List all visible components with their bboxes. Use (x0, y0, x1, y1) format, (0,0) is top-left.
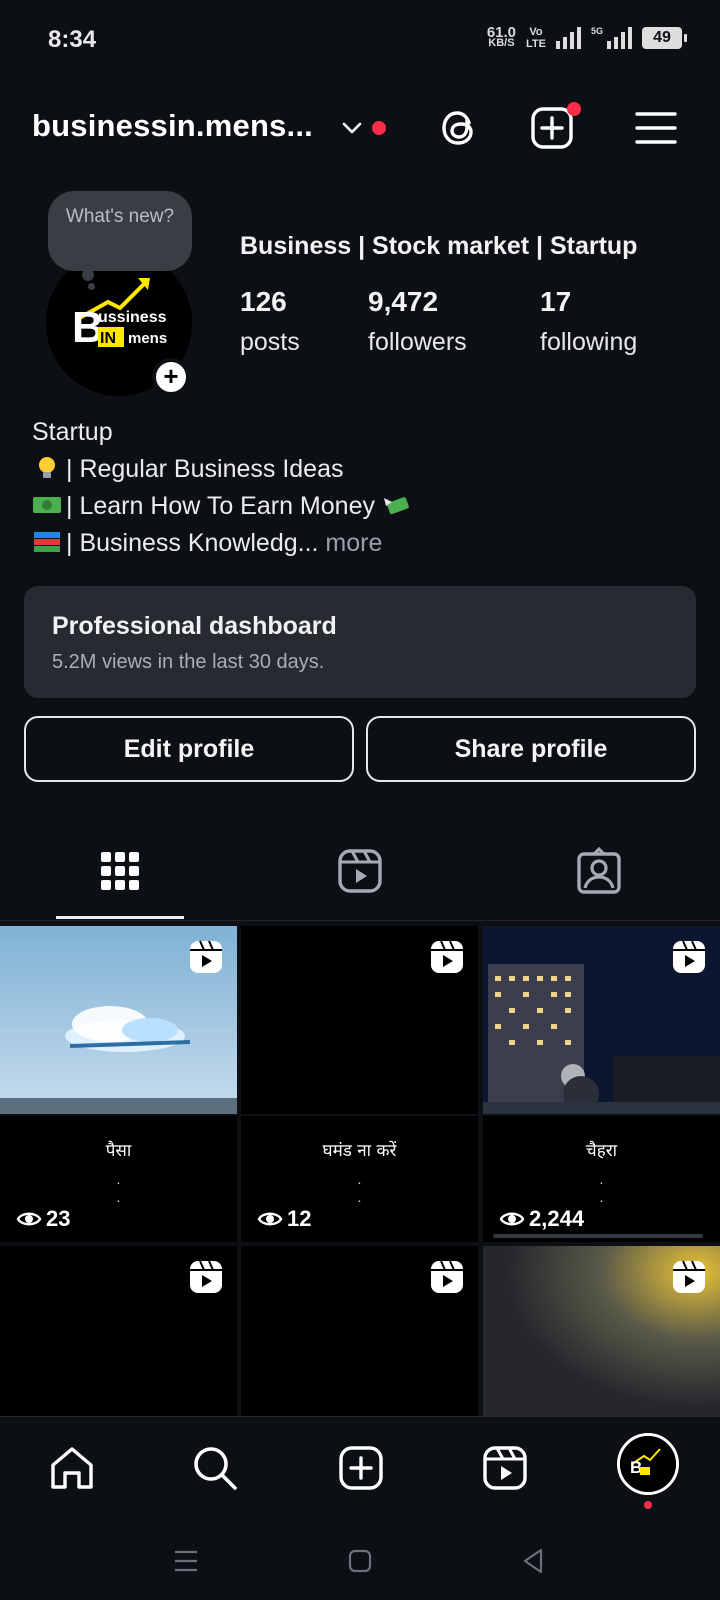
grid-icon[interactable] (95, 846, 145, 896)
reel-thumbnail[interactable] (241, 1246, 478, 1416)
posts-grid: पैसा .. 23 घमंड ना करें .. 12 चैहरा .. 2… (0, 926, 720, 1416)
active-tab-indicator (56, 916, 184, 919)
bottom-navigation: B (0, 1416, 720, 1526)
reel-caption-panel[interactable]: पैसा .. 23 (0, 1116, 237, 1242)
note-text: What's new? (65, 206, 175, 227)
reels-icon[interactable] (480, 1443, 530, 1493)
eye-icon (257, 1212, 283, 1226)
profile-header: businessin.mens... (0, 96, 720, 160)
volte-indicator: Vo LTE (526, 26, 546, 50)
net-speed: 61.0 KB/S (486, 24, 517, 49)
reel-badge-icon (431, 1260, 463, 1293)
add-story-button[interactable]: + (152, 358, 190, 396)
reel-thumbnail[interactable] (0, 926, 237, 1114)
home-button-icon[interactable] (345, 1546, 375, 1576)
lightbulb-emoji (39, 457, 55, 478)
reel-badge-icon (431, 940, 463, 973)
battery-icon: 49 (642, 27, 687, 49)
recents-icon[interactable] (171, 1546, 201, 1576)
note-bubble[interactable]: What's new? (48, 191, 192, 271)
bio-title: Startup (32, 418, 113, 446)
bio-line: | Regular Business Ideas (32, 451, 416, 488)
bio-more-link[interactable]: more (325, 529, 382, 557)
reel-caption-panel[interactable]: चैहरा .. 2,244 (483, 1116, 720, 1242)
status-bar: 8:34 61.0 KB/S Vo LTE 5G 49 (0, 0, 720, 84)
profile-tab-avatar[interactable]: B (617, 1433, 679, 1495)
view-count: 23 (16, 1206, 70, 1232)
logo-text-top: ussiness (98, 309, 167, 326)
view-count: 2,244 (499, 1206, 584, 1232)
status-time: 8:34 (48, 26, 97, 53)
notification-dot (372, 121, 386, 135)
view-count: 12 (257, 1206, 311, 1232)
threads-icon[interactable] (436, 104, 484, 152)
following-stat[interactable]: 17 following (540, 286, 637, 357)
reels-icon[interactable] (335, 846, 385, 896)
edit-profile-button[interactable]: Edit profile (24, 716, 354, 782)
reel-badge-icon (673, 940, 705, 973)
books-emoji (34, 532, 60, 552)
dashboard-title: Professional dashboard (52, 612, 337, 640)
reel-thumbnail[interactable] (483, 1246, 720, 1416)
search-icon[interactable] (190, 1443, 240, 1493)
reel-badge-icon (190, 940, 222, 973)
reel-badge-icon (190, 1260, 222, 1293)
network-5g: 5G (590, 26, 603, 36)
followers-stat[interactable]: 9,472 followers (368, 286, 467, 357)
reel-caption: पैसा (105, 1141, 132, 1161)
create-icon[interactable] (336, 1443, 386, 1493)
chevron-down-icon[interactable] (340, 116, 364, 140)
create-notification-dot (567, 102, 581, 116)
professional-dashboard[interactable]: Professional dashboard 5.2M views in the… (24, 586, 696, 698)
money-with-wings-emoji (383, 497, 409, 515)
reel-caption: घमंड ना करें (322, 1141, 397, 1161)
bio-line: | Business Knowledg... more (32, 525, 416, 562)
logo-text-in: IN (100, 330, 116, 347)
reel-thumbnail[interactable] (241, 926, 478, 1114)
eye-icon (16, 1212, 42, 1226)
dashboard-subtitle: 5.2M views in the last 30 days. (52, 651, 325, 673)
share-profile-button[interactable]: Share profile (366, 716, 696, 782)
signal-icon (607, 27, 632, 49)
reel-thumbnail[interactable] (0, 1246, 237, 1416)
eye-icon (499, 1212, 525, 1226)
logo-text-bottom: mens (128, 330, 167, 347)
reel-badge-icon (673, 1260, 705, 1293)
notification-dot (644, 1501, 652, 1509)
reel-thumbnail[interactable] (483, 926, 720, 1114)
signal-icon (555, 27, 581, 49)
account-switcher-username[interactable]: businessin.mens... (32, 108, 313, 144)
back-icon[interactable] (518, 1546, 548, 1576)
bio-line: | Learn How To Earn Money (32, 488, 416, 525)
profile-bio: Startup | Regular Business Ideas | Learn… (32, 414, 416, 562)
reel-caption-panel[interactable]: घमंड ना करें .. 12 (241, 1116, 478, 1242)
tagged-icon[interactable] (574, 846, 624, 896)
system-navigation (0, 1526, 720, 1600)
home-icon[interactable] (47, 1443, 97, 1493)
menu-icon[interactable] (632, 104, 680, 152)
posts-stat[interactable]: 126 posts (240, 286, 300, 357)
dollar-banknote-emoji (33, 497, 61, 513)
reel-caption: चैहरा (585, 1141, 618, 1161)
progress-track (493, 1234, 703, 1238)
profile-category: Business | Stock market | Startup (240, 232, 638, 260)
brand-logo: B (620, 1436, 676, 1492)
